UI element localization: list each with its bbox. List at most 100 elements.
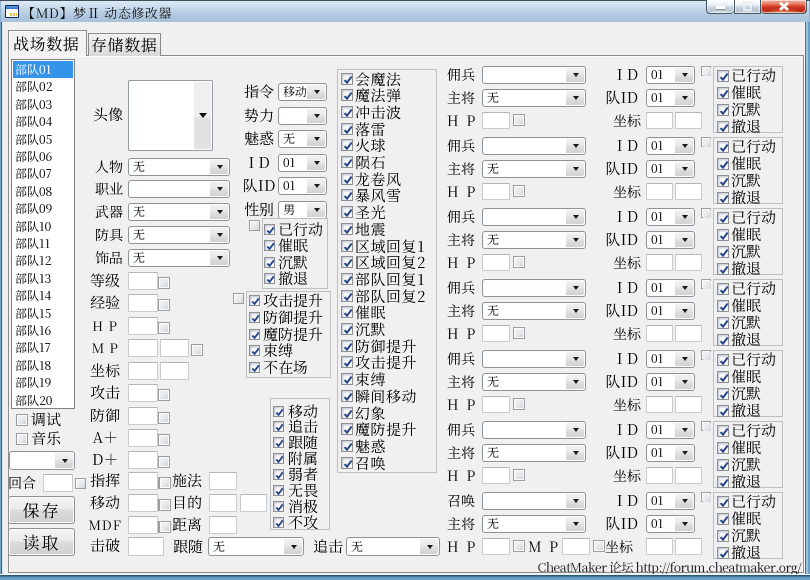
merc-hp-input[interactable] <box>482 538 510 555</box>
merc-flag-checkbox[interactable] <box>717 317 729 329</box>
skill-checkbox[interactable] <box>341 156 353 168</box>
skill-checkbox[interactable] <box>341 240 353 252</box>
skill-checkbox[interactable] <box>341 106 353 118</box>
merc-combo2-3[interactable]: 无 <box>482 302 586 320</box>
merc-combo1-6[interactable] <box>482 492 586 510</box>
troop-list-item[interactable]: 部队18 <box>13 357 73 374</box>
skill-checkbox[interactable] <box>341 423 353 435</box>
stat-lock-checkbox[interactable] <box>158 299 170 311</box>
merc-coord-y-input[interactable] <box>675 467 702 484</box>
skill-checkbox[interactable] <box>341 223 353 235</box>
stat-input[interactable] <box>128 494 158 512</box>
state-checkbox[interactable] <box>264 273 275 284</box>
merc-flag-checkbox[interactable] <box>717 547 729 559</box>
load-button[interactable]: 读取 <box>8 528 75 556</box>
merc-hp-checkbox[interactable] <box>513 185 525 197</box>
merc-combo1-5[interactable] <box>482 421 586 439</box>
stat-input-2[interactable] <box>160 339 189 357</box>
merc-flag-checkbox[interactable] <box>717 388 729 400</box>
char-combo-0[interactable]: 无 <box>128 158 230 176</box>
stat-input[interactable] <box>128 384 158 402</box>
merc-combo2-4[interactable]: 无 <box>482 373 586 391</box>
troop-list-item[interactable]: 部队09 <box>13 200 73 217</box>
save-button[interactable]: 保存 <box>8 496 75 524</box>
command-combo-2[interactable]: 无 <box>278 130 327 148</box>
skill-checkbox[interactable] <box>341 273 353 285</box>
merc-flag-checkbox[interactable] <box>717 513 729 525</box>
state-checkbox[interactable] <box>264 240 275 251</box>
tab-storage-data[interactable]: 存储数据 <box>88 33 161 56</box>
stat-lock-checkbox[interactable] <box>158 322 170 334</box>
skill-checkbox[interactable] <box>341 139 353 151</box>
extra-input[interactable] <box>209 472 237 490</box>
maximize-button[interactable] <box>734 0 761 14</box>
troop-list-item[interactable]: 部队20 <box>13 392 73 409</box>
misc-combo[interactable] <box>9 451 75 470</box>
ai-checkbox[interactable] <box>273 469 284 480</box>
troop-list-item[interactable]: 部队05 <box>13 131 73 148</box>
merc-flag-checkbox[interactable] <box>717 104 729 116</box>
extra-input[interactable] <box>209 516 237 534</box>
skill-checkbox[interactable] <box>341 440 353 452</box>
ai-checkbox[interactable] <box>273 421 284 432</box>
skill-checkbox[interactable] <box>341 256 353 268</box>
titlebar[interactable]: 【MD】梦Ⅱ 动态修改器 <box>0 1 810 22</box>
command-combo-4[interactable]: 01 <box>278 177 327 195</box>
troop-list-item[interactable]: 部队03 <box>13 96 73 113</box>
round-checkbox[interactable] <box>75 478 86 489</box>
extra-lock-checkbox[interactable] <box>159 499 171 511</box>
state-checkbox[interactable] <box>264 257 275 268</box>
troop-list-item[interactable]: 部队12 <box>13 252 73 269</box>
merc-hp-checkbox[interactable] <box>513 398 525 410</box>
troop-list-item[interactable]: 部队15 <box>13 305 73 322</box>
merc-team-combo-0[interactable]: 01 <box>646 89 695 107</box>
skill-checkbox[interactable] <box>341 206 353 218</box>
char-combo-4[interactable]: 无 <box>128 249 230 267</box>
merc-flag-checkbox[interactable] <box>717 121 729 133</box>
merc-flags-group-checkbox[interactable] <box>701 350 711 360</box>
merc-coord-y-input[interactable] <box>675 396 702 413</box>
merc-flag-checkbox[interactable] <box>717 530 729 542</box>
stat-input[interactable] <box>128 516 158 534</box>
merc-flag-checkbox[interactable] <box>717 158 729 170</box>
extra-lock-checkbox[interactable] <box>159 521 171 533</box>
merc-combo2-6[interactable]: 无 <box>482 515 586 533</box>
troop-list-item[interactable]: 部队16 <box>13 322 73 339</box>
ai-checkbox[interactable] <box>273 453 284 464</box>
merc-coord-y-input[interactable] <box>675 112 702 129</box>
merc-id-combo-1[interactable]: 01 <box>646 137 695 155</box>
char-combo-2[interactable]: 无 <box>128 203 230 221</box>
skill-checkbox[interactable] <box>341 89 353 101</box>
merc-hp-input[interactable] <box>482 112 510 129</box>
merc-flag-checkbox[interactable] <box>717 263 729 275</box>
skill-checkbox[interactable] <box>341 123 353 135</box>
merc-coord-y-input[interactable] <box>675 183 702 200</box>
merc-hp-input[interactable] <box>482 396 510 413</box>
skill-checkbox[interactable] <box>341 73 353 85</box>
merc-flag-checkbox[interactable] <box>717 496 729 508</box>
troop-list-item[interactable]: 部队06 <box>13 148 73 165</box>
stat-lock-checkbox[interactable] <box>158 412 170 424</box>
merc-flag-checkbox[interactable] <box>717 212 729 224</box>
merc-combo1-1[interactable] <box>482 137 586 155</box>
merc-id-combo-4[interactable]: 01 <box>646 350 695 368</box>
ai-checkbox[interactable] <box>273 517 284 528</box>
troop-list-item[interactable]: 部队07 <box>13 165 73 182</box>
merc-id-combo-3[interactable]: 01 <box>646 279 695 297</box>
merc-flag-checkbox[interactable] <box>717 371 729 383</box>
buff-group-checkbox[interactable] <box>233 293 244 304</box>
stat-input[interactable] <box>128 294 158 312</box>
troop-list-item[interactable]: 部队17 <box>13 339 73 356</box>
merc-id-combo-6[interactable]: 01 <box>646 492 695 510</box>
merc-flag-checkbox[interactable] <box>717 70 729 82</box>
command-combo-3[interactable]: 01 <box>278 154 327 172</box>
merc-id-combo-5[interactable]: 01 <box>646 421 695 439</box>
merc-coord-x-input[interactable] <box>646 538 673 555</box>
troop-listbox[interactable]: 部队01部队02部队03部队04部队05部队06部队07部队08部队09部队10… <box>11 59 75 409</box>
skill-checkbox[interactable] <box>341 189 353 201</box>
portrait-combo[interactable] <box>128 80 213 151</box>
troop-list-item[interactable]: 部队08 <box>13 183 73 200</box>
merc-coord-x-input[interactable] <box>646 467 673 484</box>
state-checkbox[interactable] <box>264 224 275 235</box>
skill-checkbox[interactable] <box>341 407 353 419</box>
